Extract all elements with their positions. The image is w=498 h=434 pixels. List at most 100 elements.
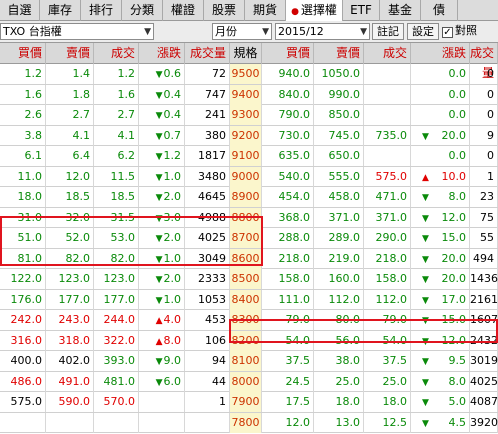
- put-cell: ▼: [411, 310, 441, 330]
- table-row[interactable]: 2.6 2.7 2.7 ▼0.4 241 9300 790.0 850.0 0.0 0: [0, 105, 498, 126]
- table-row[interactable]: 11.0 12.0 11.5 ▼1.0 3480 9000 540.0 555.0 575.0 ▲…: [0, 166, 498, 187]
- settings-button[interactable]: 設定: [407, 23, 439, 40]
- put-value: 0: [487, 108, 494, 121]
- table-row[interactable]: 316.0 318.0 322.0 ▲8.0 106 8200 54.0 56.0 54.0 ▼ 1…: [0, 330, 498, 351]
- call-cell: 316.0: [0, 330, 46, 351]
- put-value: 20.0: [441, 128, 467, 142]
- column-header[interactable]: 成交: [94, 43, 139, 64]
- up-triangle-icon: ▲: [155, 316, 163, 326]
- table-row[interactable]: 575.0 590.0 570.0 1 7900 17.5 18.0 18.0 ▼ 5.0 4087: [0, 392, 498, 413]
- call-cell: 1: [185, 392, 230, 412]
- call-value: 1.0: [163, 169, 182, 183]
- table-row[interactable]: 31.0 32.0 31.5 ▼3.0 4988 8800 368.0 371.0 371.0 ▼…: [0, 207, 498, 228]
- call-value: 2.0: [163, 190, 182, 203]
- column-header[interactable]: 漲跌: [139, 43, 185, 64]
- table-row[interactable]: 6.1 6.4 6.2 ▼1.2 1817 9100 635.0 650.0 0.0 0: [0, 146, 498, 167]
- call-cell: 380: [185, 125, 230, 146]
- call-cell: 318.0: [46, 330, 94, 351]
- tab-item[interactable]: 自選: [0, 0, 40, 21]
- tab-item[interactable]: 期貨: [245, 0, 286, 21]
- column-header[interactable]: 賣價: [314, 43, 364, 64]
- call-value: 3.8: [24, 128, 43, 142]
- tab-item[interactable]: 債: [421, 0, 458, 21]
- tab-item[interactable]: 基金: [380, 0, 421, 21]
- call-value: 123.0: [58, 272, 91, 285]
- column-header[interactable]: 成交: [364, 43, 411, 64]
- table-row[interactable]: 1.6 1.8 1.6 ▼0.4 747 9400 840.0 990.0 0.0 0: [0, 84, 498, 105]
- put-cell: 24.5: [262, 371, 314, 392]
- table-row[interactable]: 242.0 243.0 244.0 ▲4.0 453 8300 79.0 80.0 79.0 ▼ 1…: [0, 310, 498, 331]
- column-header[interactable]: 賣價: [46, 43, 94, 64]
- tab-item[interactable]: ● 選擇權: [286, 0, 343, 21]
- tab-label: 權證: [170, 3, 195, 17]
- put-cell: 8.0: [441, 371, 470, 392]
- product-select[interactable]: TXO 台指權 ▼: [0, 23, 154, 40]
- put-value: 12.5: [382, 415, 408, 429]
- tab-item[interactable]: ETF: [343, 0, 380, 21]
- call-cell: ▼6.0: [139, 371, 185, 392]
- put-cell: 745.0: [314, 125, 364, 146]
- call-cell: 11.0: [0, 166, 46, 187]
- call-value: 2.7: [117, 108, 136, 121]
- tab-item[interactable]: 權證: [163, 0, 204, 21]
- put-value: 37.5: [285, 354, 311, 367]
- table-row[interactable]: 3.8 4.1 4.1 ▼0.7 380 9200 730.0 745.0 735.0 ▼ 20.0…: [0, 125, 498, 146]
- tab-item[interactable]: 排行: [81, 0, 122, 21]
- call-cell: ▼9.0: [139, 351, 185, 371]
- call-value: 747: [205, 87, 226, 101]
- call-cell: 122.0: [0, 269, 46, 289]
- down-triangle-icon: ▼: [422, 254, 429, 265]
- table-row[interactable]: 81.0 82.0 82.0 ▼1.0 3049 8600 218.0 219.0 218.0 ▼…: [0, 248, 498, 269]
- put-cell: [411, 64, 441, 84]
- table-row[interactable]: 176.0 177.0 177.0 ▼1.0 1053 8400 111.0 112.0 112…: [0, 289, 498, 310]
- call-cell: ▼2.0: [139, 228, 185, 248]
- table-row[interactable]: 122.0 123.0 123.0 ▼2.0 2333 8500 158.0 160.0 158…: [0, 269, 498, 290]
- call-cell: 123.0: [94, 269, 139, 289]
- call-cell: 2.7: [46, 105, 94, 125]
- put-value: 0.0: [448, 149, 467, 162]
- put-cell: 10.0: [441, 166, 470, 187]
- table-row[interactable]: 400.0 402.0 393.0 ▼9.0 94 8100 37.5 38.0 37.5 ▼ 9.…: [0, 351, 498, 372]
- down-triangle-icon: ▼: [422, 193, 429, 203]
- put-cell: 12.0: [441, 207, 470, 228]
- table-row[interactable]: 18.0 18.5 18.5 ▼2.0 4645 8900 454.0 458.0 471.0 ▼…: [0, 187, 498, 208]
- call-value: 1.8: [72, 87, 91, 101]
- strike-price: 8000: [230, 371, 262, 392]
- put-cell: 990.0: [314, 84, 364, 105]
- column-header[interactable]: 成交量: [185, 43, 230, 64]
- put-value: 12.0: [441, 333, 467, 347]
- compare-checkbox[interactable]: ✓ 對照: [442, 23, 498, 40]
- table-row[interactable]: 1.2 1.4 1.2 ▼0.6 72 9500 940.0 1050.0 0.0 0: [0, 64, 498, 85]
- call-cell: 1053: [185, 289, 230, 310]
- put-value: 56.0: [335, 333, 361, 347]
- put-cell: ▼: [411, 372, 441, 392]
- put-cell: 289.0: [314, 228, 364, 248]
- put-cell: 540.0: [262, 166, 314, 187]
- put-cell: ▼: [411, 331, 441, 351]
- tab-item[interactable]: 庫存: [40, 0, 81, 21]
- call-value: 3049: [198, 251, 226, 265]
- column-header[interactable]: 規格: [230, 43, 262, 64]
- table-row[interactable]: 7800 12.0 13.0 12.5 ▼ 4.5 3920: [0, 412, 498, 433]
- call-cell: 81.0: [0, 248, 46, 269]
- column-header[interactable]: 買價: [262, 43, 314, 64]
- call-cell: 1.2: [94, 64, 139, 84]
- table-row[interactable]: 51.0 52.0 53.0 ▼2.0 4025 8700 288.0 289.0 290.0 ▼…: [0, 228, 498, 249]
- call-value: 316.0: [10, 333, 43, 347]
- put-value: 0.0: [448, 87, 467, 101]
- put-value: 290.0: [375, 231, 408, 244]
- table-row[interactable]: 486.0 491.0 481.0 ▼6.0 44 8000 24.5 25.0 25.0 ▼ 8.…: [0, 371, 498, 392]
- contract-month-select[interactable]: 2015/12 ▼: [275, 23, 370, 40]
- call-value: 242.0: [10, 313, 43, 326]
- note-button[interactable]: 註記: [372, 23, 404, 40]
- put-value: 735.0: [375, 128, 408, 142]
- put-value: 55: [480, 231, 494, 244]
- column-header[interactable]: 成交量: [470, 43, 498, 80]
- column-header[interactable]: 漲跌: [411, 43, 470, 64]
- column-header[interactable]: 買價: [0, 43, 46, 64]
- tab-label: 庫存: [47, 3, 72, 17]
- period-type-select[interactable]: 月份 ▼: [212, 23, 272, 40]
- tab-item[interactable]: 分類: [122, 0, 163, 21]
- call-value: 82.0: [65, 251, 91, 265]
- tab-item[interactable]: 股票: [204, 0, 245, 21]
